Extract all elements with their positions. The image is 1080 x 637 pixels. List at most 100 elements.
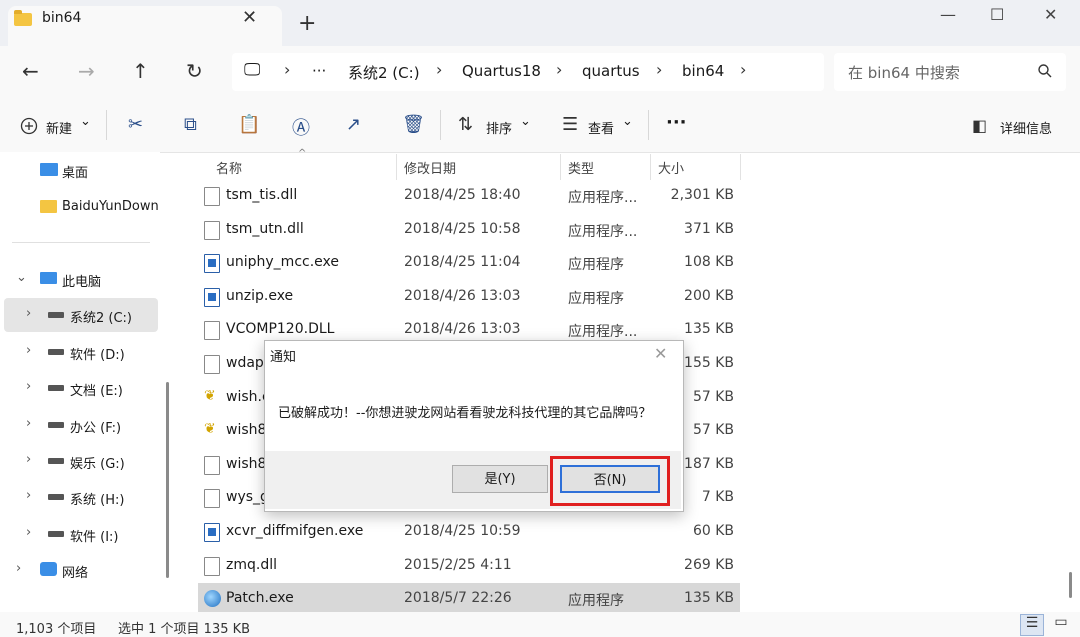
dll-file-icon <box>204 556 220 576</box>
dialog-close-icon[interactable]: ✕ <box>654 344 667 363</box>
sidebar-item-drive-f[interactable]: › 办公 (F:) <box>0 408 160 442</box>
breadcrumb-quartus[interactable]: quartus <box>582 62 640 80</box>
this-pc-icon[interactable]: 🖵 <box>244 60 260 80</box>
file-icon <box>204 489 220 509</box>
sidebar-item-drive-c[interactable]: › 系统2 (C:) <box>4 298 158 332</box>
copy-icon[interactable]: ⧉ <box>184 114 197 135</box>
column-divider[interactable] <box>560 154 561 180</box>
column-header-type[interactable]: 类型 <box>568 158 594 177</box>
file-size: 135 KB <box>684 590 734 607</box>
cut-icon[interactable]: ✂ <box>128 114 143 135</box>
drive-icon <box>48 312 64 318</box>
drive-icon <box>48 385 64 391</box>
back-button[interactable]: ← <box>22 59 39 83</box>
file-date: 2018/4/26 13:03 <box>404 321 521 338</box>
delete-icon[interactable]: 🗑 <box>402 114 425 135</box>
more-options-button[interactable]: ··· <box>666 112 687 133</box>
computer-icon <box>40 272 57 284</box>
file-name: unzip.exe <box>226 287 294 304</box>
divider <box>106 110 107 140</box>
sidebar-item-drive-g[interactable]: › 娱乐 (G:) <box>0 444 160 478</box>
overflow-crumbs-button[interactable]: ··· <box>312 62 326 80</box>
chevron-right-icon[interactable]: › <box>26 306 31 321</box>
patch-app-icon <box>204 590 221 608</box>
file-row[interactable]: zmq.dll 2015/2/25 4:11 269 KB <box>198 550 740 583</box>
view-button[interactable]: 查看 <box>588 118 614 137</box>
new-button[interactable]: 新建 <box>46 118 72 137</box>
exe-icon <box>204 523 220 542</box>
paste-icon[interactable]: 📋 <box>238 114 260 135</box>
rename-icon[interactable]: Ⓐ <box>292 114 310 140</box>
column-header-name[interactable]: 名称 <box>216 158 242 177</box>
chevron-down-icon[interactable]: ⌄ <box>16 270 27 285</box>
details-view-button[interactable]: ☰ <box>1020 614 1044 636</box>
drive-icon <box>48 531 64 537</box>
scrollbar-thumb[interactable] <box>1069 572 1072 598</box>
chevron-right-icon[interactable]: › <box>16 561 21 576</box>
column-header-size[interactable]: 大小 <box>658 158 684 177</box>
file-row[interactable]: tsm_tis.dll 2018/4/25 18:40 应用程序... 2,301 K… <box>198 180 740 213</box>
divider <box>440 110 441 140</box>
sort-button[interactable]: 排序 <box>486 118 512 137</box>
forward-button[interactable]: → <box>78 59 95 83</box>
sidebar-item-network[interactable]: › 网络 <box>0 553 160 587</box>
file-row[interactable]: xcvr_diffmifgen.exe 2018/4/25 10:59 60 KB <box>198 516 740 549</box>
selection-info: 选中 1 个项目 135 KB <box>118 622 251 637</box>
sidebar-label: 娱乐 (G:) <box>70 457 125 472</box>
search-icon[interactable] <box>1038 64 1052 78</box>
chevron-right-icon[interactable]: › <box>740 60 746 79</box>
sidebar-item-this-pc[interactable]: ⌄ 此电脑 <box>0 262 160 296</box>
chevron-right-icon[interactable]: › <box>26 488 31 503</box>
sidebar-label: 软件 (D:) <box>70 348 125 363</box>
wish-app-icon: ❦ <box>204 421 216 438</box>
tab-close-icon[interactable]: ✕ <box>242 7 257 28</box>
folder-icon <box>14 10 32 26</box>
breadcrumb-bin64[interactable]: bin64 <box>682 62 724 80</box>
sidebar-item-drive-i[interactable]: › 软件 (I:) <box>0 517 160 551</box>
tiles-view-button[interactable]: ▭ <box>1050 614 1072 634</box>
sidebar-item-baidu[interactable]: BaiduYunDown <box>0 190 160 224</box>
chevron-right-icon[interactable]: › <box>26 343 31 358</box>
file-name: zmq.dll <box>226 556 277 573</box>
file-row[interactable]: unzip.exe 2018/4/26 13:03 应用程序 200 KB <box>198 281 740 314</box>
sidebar-item-drive-e[interactable]: › 文档 (E:) <box>0 371 160 405</box>
maximize-button[interactable]: ☐ <box>990 5 1004 24</box>
chevron-right-icon: › <box>436 60 443 79</box>
sidebar-label: 系统 (H:) <box>70 493 125 508</box>
chevron-right-icon: › <box>284 60 291 79</box>
sidebar-scrollbar[interactable] <box>166 382 169 578</box>
column-header-date[interactable]: 修改日期 <box>404 158 456 177</box>
column-divider[interactable] <box>650 154 651 180</box>
file-type: 应用程序 <box>568 257 624 274</box>
new-tab-button[interactable]: + <box>298 11 316 36</box>
close-window-button[interactable]: ✕ <box>1044 5 1057 24</box>
chevron-right-icon[interactable]: › <box>26 525 31 540</box>
share-icon[interactable]: ↗ <box>346 114 361 135</box>
sidebar-item-drive-h[interactable]: › 系统 (H:) <box>0 480 160 514</box>
chevron-right-icon[interactable]: › <box>26 452 31 467</box>
file-row[interactable]: uniphy_mcc.exe 2018/4/25 11:04 应用程序 108 KB <box>198 247 740 280</box>
sidebar-label: 网络 <box>62 566 89 581</box>
file-size: 60 KB <box>692 523 734 539</box>
breadcrumb-quartus18[interactable]: Quartus18 <box>462 62 541 80</box>
refresh-button[interactable]: ↻ <box>186 59 203 83</box>
yes-button[interactable]: 是(Y) <box>452 465 548 493</box>
search-placeholder: 在 bin64 中搜索 <box>848 64 960 82</box>
column-divider[interactable] <box>396 154 397 180</box>
sidebar-label: 办公 (F:) <box>70 421 122 436</box>
file-list-scrollbar[interactable] <box>1065 152 1077 612</box>
sidebar-item-desktop[interactable]: 桌面 <box>0 153 160 187</box>
file-row[interactable]: tsm_utn.dll 2018/4/25 10:58 应用程序... 371 KB <box>198 214 740 247</box>
sidebar-item-drive-d[interactable]: › 软件 (D:) <box>0 335 160 369</box>
network-icon <box>40 562 57 576</box>
up-button[interactable]: ↑ <box>132 59 149 83</box>
column-divider[interactable] <box>740 154 741 180</box>
highlight-box <box>550 456 670 506</box>
drive-icon <box>48 349 64 355</box>
minimize-button[interactable]: — <box>940 5 956 24</box>
sidebar-label: 软件 (I:) <box>70 530 119 545</box>
chevron-right-icon[interactable]: › <box>26 379 31 394</box>
details-pane-button[interactable]: 详细信息 <box>1000 118 1052 137</box>
chevron-right-icon[interactable]: › <box>26 416 31 431</box>
breadcrumb-c-drive[interactable]: 系统2 (C:) <box>348 62 420 83</box>
